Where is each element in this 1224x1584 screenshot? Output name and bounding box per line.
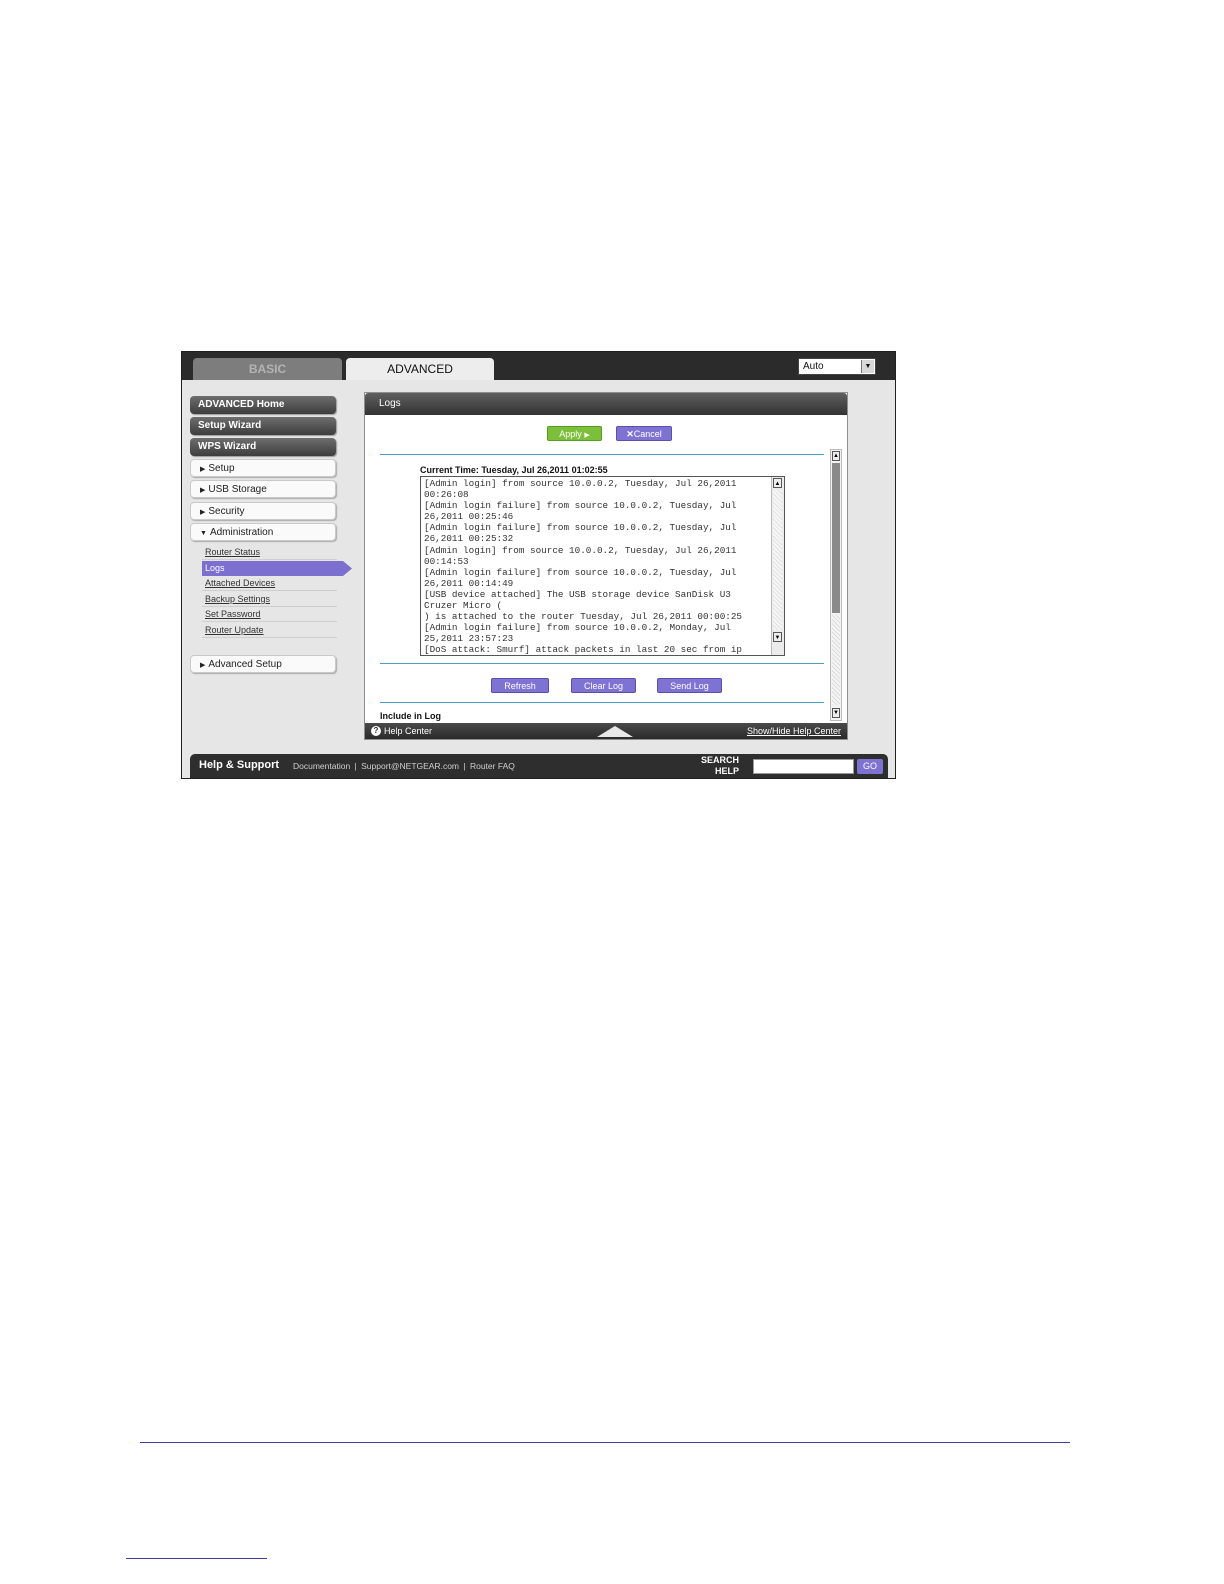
language-selected-value: Auto [803,361,824,372]
support-email-link[interactable]: Support@NETGEAR.com [359,761,461,771]
scroll-track[interactable] [832,615,840,705]
triangle-right-icon: ▶ [200,509,206,516]
sidebar-advanced-home[interactable]: ADVANCED Home [190,396,336,414]
scroll-down-icon[interactable]: ▼ [832,708,840,718]
expand-arrow-icon[interactable] [597,726,633,737]
sidebar-section-usb-storage[interactable]: ▶ USB Storage [190,480,336,498]
refresh-button[interactable]: Refresh [491,678,549,693]
sidebar-item-router-status[interactable]: Router Status [202,545,337,560]
log-textarea[interactable]: [Admin login] from source 10.0.0.2, Tues… [420,476,785,656]
current-time: Current Time: Tuesday, Jul 26,2011 01:02… [420,465,608,475]
sidebar-item-set-password[interactable]: Set Password [202,607,337,622]
show-hide-help-center-link[interactable]: Show/Hide Help Center [747,723,841,739]
router-faq-link[interactable]: Router FAQ [468,761,517,771]
send-log-button[interactable]: Send Log [657,678,722,693]
router-admin-screenshot: BASIC ADVANCED Auto ▼ ADVANCED Home Setu… [181,351,896,779]
sidebar-section-label: Security [208,506,245,517]
tab-advanced[interactable]: ADVANCED [346,358,494,380]
go-button[interactable]: GO [857,759,883,774]
sidebar-item-attached-devices[interactable]: Attached Devices [202,576,337,591]
chevron-down-icon[interactable]: ▼ [861,360,874,373]
scroll-thumb[interactable] [832,463,840,613]
triangle-right-icon: ▶ [200,662,206,669]
play-icon: ▶ [584,432,590,439]
sidebar-item-backup-settings[interactable]: Backup Settings [202,592,337,607]
triangle-right-icon: ▶ [200,487,206,494]
sidebar-section-label: Setup [208,463,235,474]
sidebar-section-label: Administration [209,527,274,538]
help-center-label: Help Center [384,726,433,736]
include-in-log-heading: Include in Log [380,711,441,721]
help-icon: ? [371,726,381,736]
triangle-right-icon: ▶ [200,466,206,473]
panel-title: Logs [365,393,847,415]
scroll-up-icon[interactable]: ▲ [773,478,782,488]
logs-panel: Logs Apply ▶ ✕Cancel Current Time: Tuesd… [364,392,848,740]
cancel-button[interactable]: ✕Cancel [616,426,672,441]
tab-basic[interactable]: BASIC [193,358,342,380]
triangle-down-icon: ▼ [200,530,207,537]
sidebar-section-label: USB Storage [208,484,267,495]
close-icon: ✕ [626,429,634,439]
apply-label: Apply [559,429,582,439]
sidebar-item-router-update[interactable]: Router Update [202,623,337,638]
scroll-up-icon[interactable]: ▲ [832,451,840,461]
page-link-underline [126,1558,267,1559]
divider [380,454,824,455]
scroll-track[interactable] [773,490,782,630]
search-label-line1: SEARCH [701,755,740,765]
scroll-down-icon[interactable]: ▼ [773,632,782,642]
sidebar-section-security[interactable]: ▶ Security [190,502,336,520]
sidebar-section-setup[interactable]: ▶ Setup [190,459,336,477]
sidebar-wps-wizard[interactable]: WPS Wizard [190,438,336,456]
page-divider [140,1442,1070,1443]
sidebar-item-logs[interactable]: Logs [202,561,352,576]
top-bar: BASIC ADVANCED Auto ▼ [182,352,895,380]
help-center-bar: ? Help Center Show/Hide Help Center [365,723,847,739]
sidebar-section-advanced-setup[interactable]: ▶ Advanced Setup [190,655,336,673]
footer-links: Documentation | Support@NETGEAR.com | Ro… [291,761,517,771]
help-support-title: Help & Support [199,759,280,771]
divider [380,663,824,664]
panel-scrollbar[interactable]: ▲ ▼ [830,449,842,721]
sidebar-section-administration[interactable]: ▼ Administration [190,523,336,541]
search-label-line2: HELP [715,766,740,776]
clear-log-button[interactable]: Clear Log [571,678,636,693]
sidebar-section-label: Advanced Setup [208,659,282,670]
log-content: [Admin login] from source 10.0.0.2, Tues… [424,478,743,656]
help-support-footer: Help & Support Documentation | Support@N… [190,754,888,778]
log-scrollbar[interactable]: ▲ ▼ [771,477,784,655]
sidebar-setup-wizard[interactable]: Setup Wizard [190,417,336,435]
documentation-link[interactable]: Documentation [291,761,352,771]
cancel-label: Cancel [633,429,662,439]
apply-button[interactable]: Apply ▶ [547,426,602,441]
divider [380,702,824,703]
language-select[interactable]: Auto ▼ [798,358,876,375]
search-help-input[interactable] [753,759,854,774]
search-help-label: SEARCH HELP [701,755,739,777]
